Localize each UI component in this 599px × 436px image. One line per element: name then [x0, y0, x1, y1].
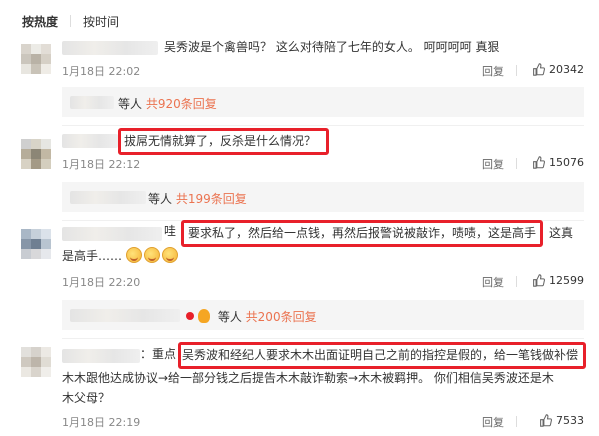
- reply-button[interactable]: 回复: [482, 274, 504, 290]
- medal-icon: [198, 309, 210, 323]
- comment-meta: 1月18日 22:02 回复 20342: [62, 63, 584, 79]
- comment-meta: 1月18日 22:20 回复 12599: [62, 274, 584, 290]
- sub-replies[interactable]: 等人 共199条回复: [62, 182, 584, 212]
- divider: [62, 338, 584, 339]
- comment-prefix: 哇: [164, 224, 177, 238]
- sub-count-link[interactable]: 共920条回复: [146, 97, 217, 111]
- avatar[interactable]: [21, 44, 51, 74]
- comment-meta: 1月18日 22:19 回复 7533: [62, 414, 584, 430]
- divider: [62, 125, 584, 126]
- laugh-emoji-icon: [125, 247, 142, 263]
- username-blurred: [70, 96, 114, 109]
- comment-text: 吴秀波和经纪人要求木木出面证明自己之前的指控是假的，给一笔钱做补偿: [182, 348, 579, 362]
- like-button[interactable]: 15076: [532, 156, 584, 169]
- laugh-emoji-icon: [143, 247, 160, 263]
- sub-replies-text: 等人 共920条回复: [118, 95, 217, 112]
- avatar[interactable]: [21, 229, 51, 259]
- like-count: 12599: [549, 274, 584, 287]
- meta-divider: [516, 276, 517, 287]
- sub-replies-text: 等人 共200条回复: [182, 308, 317, 325]
- thumbs-up-icon: [533, 274, 545, 287]
- comment-line-2: 木木跟他达成协议→给一部分钱之后提告木木敲诈勒索→木木被羁押。 你们相信吴秀波还…: [62, 371, 554, 385]
- sub-count-link[interactable]: 共199条回复: [176, 192, 247, 206]
- comment-meta: 1月18日 22:12 回复 15076: [62, 156, 584, 172]
- timestamp: 1月18日 22:12: [62, 158, 141, 171]
- sub-people: 等人: [118, 97, 143, 111]
- sub-replies[interactable]: 等人 共920条回复: [62, 87, 584, 117]
- sub-replies-text: 等人 共199条回复: [148, 190, 247, 207]
- tab-by-popularity[interactable]: 按热度: [22, 13, 58, 29]
- tab-divider: [70, 15, 72, 27]
- username-blurred[interactable]: [62, 227, 162, 241]
- avatar[interactable]: [21, 347, 51, 377]
- thumbs-up-icon: [533, 156, 545, 169]
- like-count: 20342: [549, 63, 584, 76]
- badge-icon: [186, 312, 194, 320]
- username-blurred: [70, 309, 180, 322]
- timestamp: 1月18日 22:02: [62, 65, 141, 78]
- timestamp: 1月18日 22:20: [62, 276, 141, 289]
- sub-people: 等人: [148, 192, 173, 206]
- tab-by-time[interactable]: 按时间: [83, 13, 119, 29]
- comment-line-2-text: 是高手……: [62, 249, 123, 263]
- username-blurred: [70, 191, 146, 204]
- timestamp: 1月18日 22:19: [62, 416, 141, 429]
- username-blurred[interactable]: [62, 134, 118, 148]
- sort-tabs: 按热度 按时间: [22, 13, 119, 29]
- sub-count-link[interactable]: 共200条回复: [246, 310, 317, 324]
- meta-divider: [516, 158, 517, 169]
- comment-text: 吴秀波是个禽兽吗？ 这么对待陪了七年的女人。 呵呵呵呵 真狠: [164, 40, 500, 54]
- like-button[interactable]: 12599: [532, 274, 584, 287]
- meta-divider: [516, 65, 517, 76]
- like-button[interactable]: 7533: [539, 414, 584, 427]
- reply-button[interactable]: 回复: [482, 156, 504, 172]
- username-blurred[interactable]: [62, 349, 140, 363]
- like-button[interactable]: 20342: [532, 63, 584, 76]
- comment-line-3: 木父母？: [62, 391, 111, 405]
- thumbs-up-icon: [540, 414, 552, 427]
- laugh-emoji-icon: [161, 247, 178, 263]
- reply-button[interactable]: 回复: [482, 63, 504, 79]
- comment-line-2: 是高手……: [62, 246, 180, 267]
- reply-button[interactable]: 回复: [482, 414, 504, 430]
- sub-people: 等人: [217, 310, 242, 324]
- avatar[interactable]: [21, 139, 51, 169]
- like-count: 15076: [549, 156, 584, 169]
- thumbs-up-icon: [533, 63, 545, 76]
- sub-replies[interactable]: 等人 共200条回复: [62, 300, 584, 330]
- comment-suffix: 这真: [549, 226, 574, 240]
- username-blurred[interactable]: [62, 41, 158, 55]
- meta-divider: [516, 416, 517, 427]
- comment-text: 要求私了，然后给一点钱，再然后报警说被敲诈，啧啧，这是高手: [188, 226, 537, 240]
- like-count: 7533: [556, 414, 584, 427]
- comment-text: 拔屌无情就算了，反杀是什么情况？: [124, 134, 317, 148]
